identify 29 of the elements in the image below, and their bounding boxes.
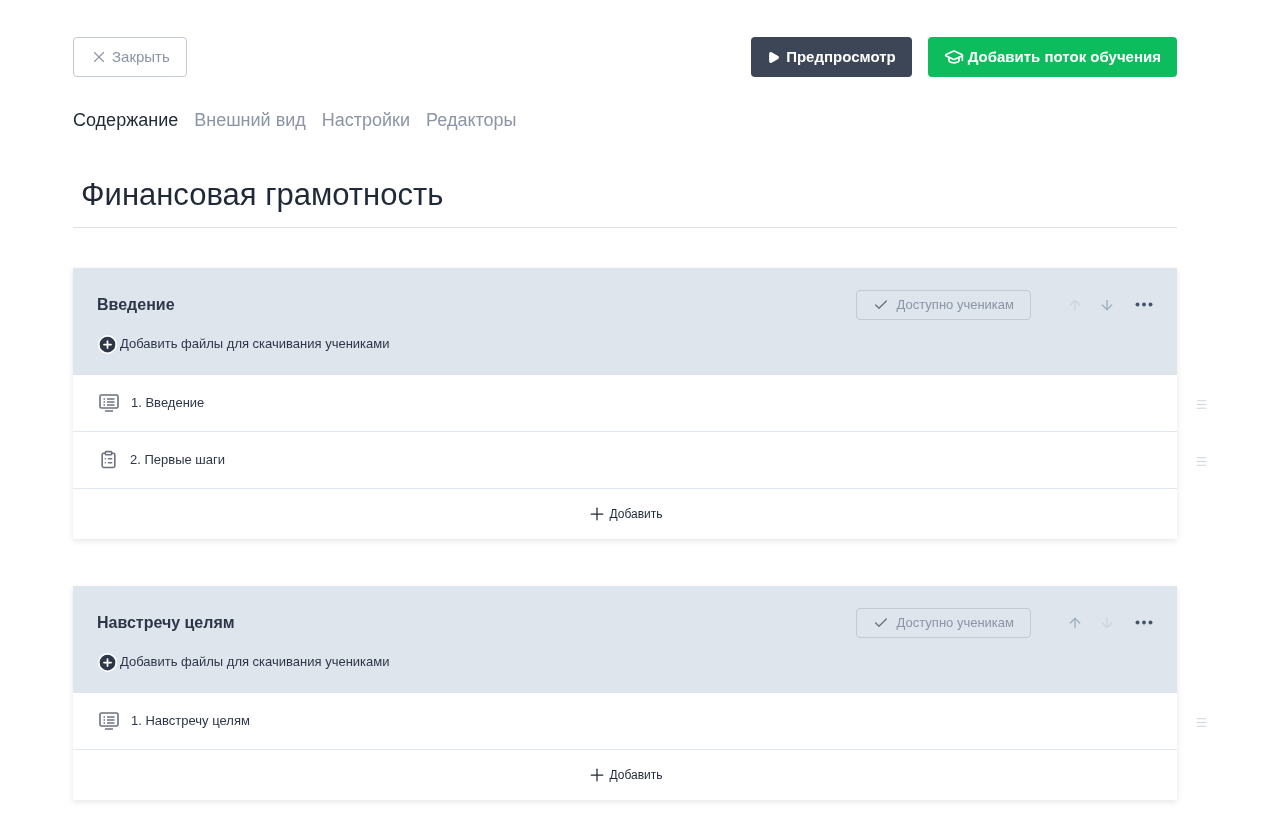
- drag-handle-icon[interactable]: [1195, 454, 1208, 468]
- lesson-title: 1. Навстречу целям: [131, 711, 250, 730]
- add-files-button[interactable]: Добавить файлы для скачивания учениками: [97, 333, 390, 355]
- lesson-row[interactable]: 1. Навстречу целям: [73, 692, 1177, 750]
- section-title: Введение: [97, 294, 175, 315]
- lesson-title: 1. Введение: [131, 393, 205, 412]
- clipboard-icon: [99, 450, 118, 469]
- screen-list-icon: [99, 393, 119, 412]
- more-icon: [1135, 302, 1153, 307]
- more-button[interactable]: [1135, 620, 1153, 625]
- screen-list-icon: [99, 711, 119, 730]
- drag-handle-icon[interactable]: [1195, 397, 1208, 411]
- graduation-cap-icon: [943, 47, 964, 67]
- preview-button[interactable]: Предпросмотр: [751, 37, 912, 77]
- plus-circle-icon: [97, 333, 118, 355]
- plus-circle-icon: [97, 651, 118, 673]
- tab[interactable]: Содержание: [73, 107, 179, 134]
- drag-handle-icon[interactable]: [1195, 715, 1208, 729]
- add-lesson-button[interactable]: Добавить: [587, 503, 663, 524]
- more-icon: [1135, 620, 1153, 625]
- play-icon: [767, 50, 781, 64]
- section-title: Навстречу целям: [97, 612, 235, 633]
- lesson-row[interactable]: 2. Первые шаги: [73, 431, 1177, 489]
- lesson-row[interactable]: 1. Введение: [73, 374, 1177, 432]
- add-lesson-button[interactable]: Добавить: [587, 764, 663, 785]
- lesson-title: 2. Первые шаги: [130, 450, 225, 469]
- course-title-field[interactable]: Финансовая грамотность: [73, 172, 1177, 228]
- add-files-button[interactable]: Добавить файлы для скачивания учениками: [97, 651, 390, 673]
- more-button[interactable]: [1135, 302, 1153, 307]
